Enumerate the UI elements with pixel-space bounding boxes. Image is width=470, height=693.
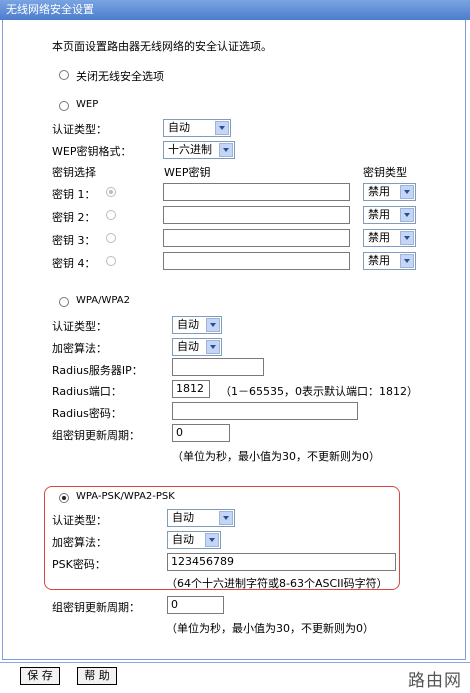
- chevron-down-icon: [206, 318, 220, 332]
- radius-password-input[interactable]: [172, 402, 358, 420]
- chevron-down-icon: [400, 254, 414, 268]
- chevron-down-icon: [400, 231, 414, 245]
- wpa-group-key-renew-hint: （单位为秒，最小值为30，不更新则为0）: [172, 450, 380, 463]
- wep-col-key-select: 密钥选择: [52, 166, 96, 179]
- wpa-auth-type-label: 认证类型：: [52, 320, 107, 333]
- intro-text: 本页面设置路由器无线网络的安全认证选项。: [52, 40, 272, 53]
- radius-ip-label: Radius服务器IP：: [52, 364, 143, 377]
- wep-key-2-label: 密钥 2：: [52, 211, 96, 224]
- wep-key-3-label: 密钥 3：: [52, 234, 96, 247]
- psk-password-label: PSK密码：: [52, 558, 106, 571]
- wep-key-1-type-value: 禁用: [368, 185, 390, 198]
- button-bar: [0, 662, 470, 693]
- psk-auth-type-value: 自动: [172, 511, 194, 524]
- wep-col-key-type: 密钥类型: [363, 166, 407, 179]
- watermark-logo: 路由网: [408, 671, 462, 691]
- chevron-down-icon: [205, 533, 219, 547]
- wpa-encryption-label: 加密算法：: [52, 342, 107, 355]
- wep-key-1-label: 密钥 1：: [52, 188, 96, 201]
- wep-key-3-type-value: 禁用: [368, 231, 390, 244]
- chevron-down-icon: [215, 121, 229, 135]
- psk-encryption-value: 自动: [172, 533, 194, 546]
- psk-encryption-label: 加密算法：: [52, 536, 107, 549]
- radius-port-input[interactable]: 1812: [172, 380, 210, 398]
- chevron-down-icon: [400, 208, 414, 222]
- radius-port-label: Radius端口：: [52, 385, 122, 398]
- wep-key-format-select[interactable]: 十六进制: [163, 141, 235, 159]
- wep-key-3-type-select[interactable]: 禁用: [363, 229, 416, 247]
- wep-auth-type-label: 认证类型：: [52, 123, 107, 136]
- disable-security-label: 关闭无线安全选项: [76, 70, 164, 83]
- wpa-auth-type-select[interactable]: 自动: [172, 316, 222, 334]
- wep-key-4-type-select[interactable]: 禁用: [363, 252, 416, 270]
- wep-key-1-type-select[interactable]: 禁用: [363, 183, 416, 201]
- psk-encryption-select[interactable]: 自动: [167, 531, 221, 549]
- wep-key-4-radio[interactable]: [106, 256, 116, 266]
- psk-group-key-renew-label: 组密钥更新周期：: [52, 601, 140, 614]
- wpa-group-key-renew-input[interactable]: 0: [172, 424, 230, 442]
- wep-key-4-input[interactable]: [163, 252, 350, 270]
- wep-col-key: WEP密钥: [164, 166, 211, 179]
- wep-label: WEP: [76, 99, 99, 110]
- wpa-label: WPA/WPA2: [76, 295, 130, 306]
- psk-auth-type-label: 认证类型：: [52, 514, 107, 527]
- psk-group-key-renew-input[interactable]: 0: [167, 596, 224, 614]
- psk-group-key-renew-hint: （单位为秒，最小值为30，不更新则为0）: [166, 622, 374, 635]
- psk-radio[interactable]: [59, 493, 69, 503]
- wep-key-2-type-value: 禁用: [368, 208, 390, 221]
- wep-key-2-radio[interactable]: [106, 210, 116, 220]
- wep-key-format-label: WEP密钥格式：: [52, 145, 132, 158]
- wpa-encryption-select[interactable]: 自动: [172, 338, 222, 356]
- wep-key-format-value: 十六进制: [168, 143, 212, 156]
- wep-auth-type-value: 自动: [168, 121, 190, 134]
- radius-ip-input[interactable]: [172, 358, 264, 376]
- window-title-bar: 无线网络安全设置: [0, 0, 470, 20]
- wpa-group-key-renew-label: 组密钥更新周期：: [52, 429, 140, 442]
- radius-password-label: Radius密码：: [52, 407, 122, 420]
- psk-auth-type-select[interactable]: 自动: [167, 509, 235, 527]
- wep-key-2-input[interactable]: [163, 206, 350, 224]
- psk-password-input[interactable]: 123456789: [167, 553, 396, 571]
- wpa-encryption-value: 自动: [177, 340, 199, 353]
- chevron-down-icon: [219, 143, 233, 157]
- wpa-radio[interactable]: [59, 297, 69, 307]
- psk-label: WPA-PSK/WPA2-PSK: [76, 491, 175, 502]
- help-button[interactable]: 帮 助: [77, 667, 117, 685]
- window-title: 无线网络安全设置: [6, 3, 94, 16]
- chevron-down-icon: [206, 340, 220, 354]
- wep-key-3-input[interactable]: [163, 229, 350, 247]
- wep-key-1-input[interactable]: [163, 183, 350, 201]
- radius-port-hint: （1－65535，0表示默认端口：1812）: [220, 385, 418, 398]
- chevron-down-icon: [219, 511, 233, 525]
- save-button[interactable]: 保 存: [20, 667, 60, 685]
- wep-key-1-radio[interactable]: [106, 187, 116, 197]
- wep-radio[interactable]: [59, 101, 69, 111]
- wpa-auth-type-value: 自动: [177, 318, 199, 331]
- wep-key-3-radio[interactable]: [106, 233, 116, 243]
- psk-password-hint: （64个十六进制字符或8-63个ASCII码字符）: [166, 577, 388, 590]
- wep-key-4-type-value: 禁用: [368, 254, 390, 267]
- wep-auth-type-select[interactable]: 自动: [163, 119, 231, 137]
- wep-key-4-label: 密钥 4：: [52, 257, 96, 270]
- disable-security-radio[interactable]: [59, 70, 69, 80]
- chevron-down-icon: [400, 185, 414, 199]
- wep-key-2-type-select[interactable]: 禁用: [363, 206, 416, 224]
